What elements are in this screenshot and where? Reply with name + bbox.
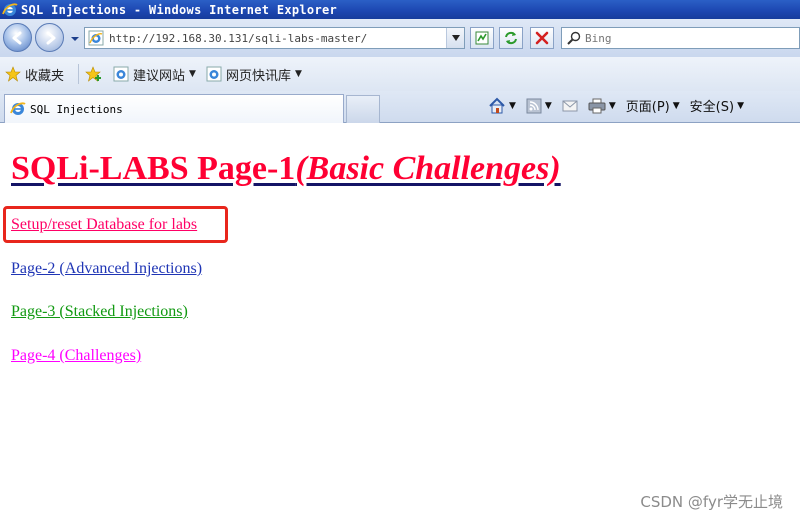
web-slice-gallery-button[interactable]: 网页快讯库 ▼ <box>206 65 302 84</box>
chevron-down-icon <box>451 35 460 41</box>
star-icon <box>5 66 21 82</box>
command-bar: ▼ ▼ ▼ 页面(P) ▼ 安全(S) ▼ <box>488 96 754 115</box>
highlight-box <box>3 206 228 243</box>
forward-button[interactable] <box>35 23 64 52</box>
chevron-down-icon: ▼ <box>737 100 744 111</box>
tab-label: SQL Injections <box>30 102 123 116</box>
mail-icon <box>562 100 578 111</box>
window-titlebar: SQL Injections - Windows Internet Explor… <box>0 0 800 19</box>
print-button[interactable]: ▼ <box>588 98 616 114</box>
printer-icon <box>588 98 606 113</box>
feeds-button[interactable]: ▼ <box>526 98 552 114</box>
web-slice-gallery-label: 网页快讯库 <box>225 68 291 84</box>
page-menu-label: 页面(P) <box>625 100 670 115</box>
suggested-sites-button[interactable]: 建议网站 ▼ <box>113 65 196 84</box>
compatibility-view-button[interactable] <box>470 27 494 49</box>
history-dropdown-icon[interactable] <box>70 35 80 43</box>
refresh-icon <box>505 31 517 45</box>
add-favorite-icon <box>85 66 102 82</box>
tab-sql-injections[interactable]: SQL Injections <box>4 94 344 123</box>
chevron-down-icon: ▼ <box>544 100 552 111</box>
ie-logo-icon <box>10 102 26 115</box>
favorites-button[interactable]: 收藏夹 <box>5 65 64 84</box>
chevron-down-icon: ▼ <box>672 100 680 111</box>
chevron-down-icon: ▼ <box>509 100 516 111</box>
home-icon <box>489 97 505 113</box>
ie-page-icon <box>113 66 129 82</box>
safety-menu-label: 安全(S) <box>689 100 735 115</box>
ie-page-icon <box>88 30 104 46</box>
tab-bar: SQL Injections ▼ ▼ ▼ 页面(P) ▼ 安全(S) ▼ <box>0 91 800 123</box>
address-bar[interactable] <box>84 27 465 49</box>
read-mail-button[interactable] <box>562 99 578 113</box>
chevron-down-icon: ▼ <box>608 100 616 111</box>
back-arrow-icon <box>12 31 21 44</box>
suggested-sites-label: 建议网站 <box>133 68 186 84</box>
page-3-link[interactable]: Page-3 (Stacked Injections) <box>11 303 188 321</box>
search-input[interactable] <box>585 31 785 45</box>
favorites-bar: 收藏夹 建议网站 ▼ 网页快讯库 ▼ <box>0 57 800 91</box>
stop-icon <box>535 31 549 45</box>
add-to-favorites-bar-button[interactable] <box>85 66 107 82</box>
favorites-label: 收藏夹 <box>25 68 65 84</box>
safety-menu-button[interactable]: 安全(S) ▼ <box>690 96 744 115</box>
toolbar-divider <box>78 64 80 84</box>
navigation-bar <box>0 19 800 57</box>
address-dropdown-button[interactable] <box>446 28 464 48</box>
new-tab-button[interactable] <box>346 95 380 123</box>
refresh-button[interactable] <box>499 27 523 49</box>
chevron-down-icon: ▼ <box>189 69 196 79</box>
stop-button[interactable] <box>530 27 554 49</box>
search-box[interactable] <box>561 27 800 49</box>
page-content: SQLi-LABS Page-1(Basic Challenges) Setup… <box>0 124 800 521</box>
page-menu-button[interactable]: 页面(P) ▼ <box>626 96 680 115</box>
chevron-down-icon: ▼ <box>294 69 302 79</box>
search-icon <box>567 31 581 45</box>
compatibility-view-icon <box>475 31 489 45</box>
heading-italic: (Basic Challenges) <box>295 150 561 187</box>
home-button[interactable]: ▼ <box>488 97 516 115</box>
heading-main: SQLi-LABS Page-1 <box>11 150 296 187</box>
ie-page-icon <box>206 66 222 82</box>
watermark: CSDN @fyr学无止境 <box>640 493 783 511</box>
ie-logo-icon <box>2 2 18 16</box>
page-4-link[interactable]: Page-4 (Challenges) <box>11 347 141 365</box>
window-title: SQL Injections - Windows Internet Explor… <box>21 2 338 17</box>
page-2-link[interactable]: Page-2 (Advanced Injections) <box>11 260 202 278</box>
back-button[interactable] <box>3 23 32 52</box>
address-input[interactable] <box>109 29 439 47</box>
forward-arrow-icon <box>46 31 55 44</box>
rss-feed-icon <box>526 98 542 113</box>
page-heading: SQLi-LABS Page-1(Basic Challenges) <box>11 150 561 188</box>
